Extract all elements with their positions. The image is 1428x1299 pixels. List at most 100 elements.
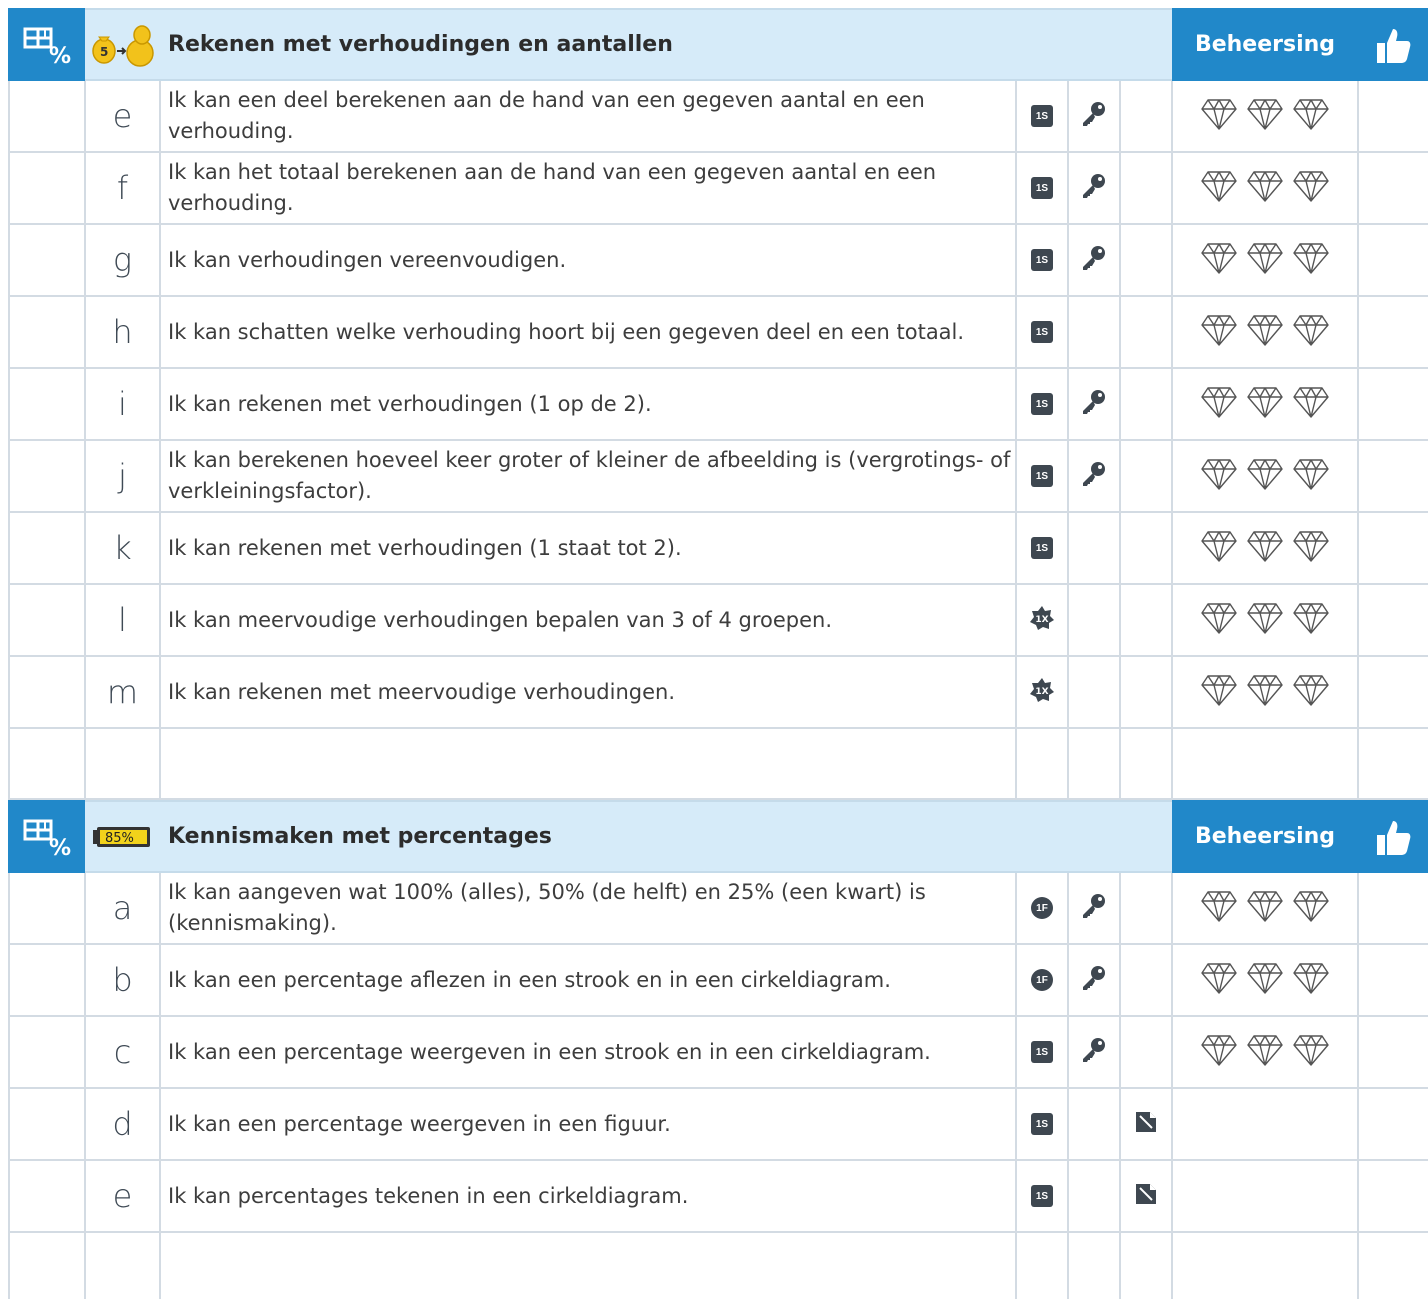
- approval-cell[interactable]: [1358, 225, 1428, 295]
- mastery-header: Beheersing: [1172, 800, 1358, 873]
- diamond-icon[interactable]: [1246, 889, 1284, 928]
- approval-cell[interactable]: [1358, 1089, 1428, 1159]
- note-cell: [1120, 297, 1172, 367]
- diamond-icon[interactable]: [1200, 601, 1238, 640]
- svg-text:%: %: [49, 44, 71, 65]
- level-badge-cell: 1S: [1016, 81, 1068, 151]
- approval-cell[interactable]: [1358, 585, 1428, 655]
- diamond-icon[interactable]: [1246, 961, 1284, 1000]
- approval-cell[interactable]: [1358, 81, 1428, 151]
- key-cell: [1068, 585, 1120, 655]
- diamond-icon[interactable]: [1200, 313, 1238, 352]
- diamond-icon[interactable]: [1200, 889, 1238, 928]
- diamond-icon[interactable]: [1246, 1033, 1284, 1072]
- table-row: g Ik kan verhoudingen vereenvoudigen. 1S: [8, 225, 1428, 297]
- diamond-icon[interactable]: [1246, 601, 1284, 640]
- diamond-icon[interactable]: [1292, 601, 1330, 640]
- diamond-icon[interactable]: [1292, 313, 1330, 352]
- approval-cell[interactable]: [1358, 153, 1428, 223]
- worksheet-icon: [1133, 1181, 1159, 1212]
- diamond-icon[interactable]: [1200, 385, 1238, 424]
- mastery-cell: [1172, 81, 1358, 151]
- mastery-cell: [1172, 1089, 1358, 1159]
- row-letter: b: [112, 961, 133, 999]
- diamond-icon[interactable]: [1246, 97, 1284, 136]
- goal-text: Ik kan rekenen met verhoudingen (1 staat…: [168, 535, 682, 560]
- approval-cell[interactable]: [1358, 945, 1428, 1015]
- diamond-icon[interactable]: [1200, 1033, 1238, 1072]
- level-badge-icon: 1S: [1031, 1041, 1053, 1063]
- level-badge-icon: 1X: [1029, 605, 1055, 636]
- level-badge-cell: 1S: [1016, 1089, 1068, 1159]
- mastery-cell: [1172, 1161, 1358, 1231]
- diamond-icon[interactable]: [1292, 673, 1330, 712]
- approval-cell[interactable]: [1358, 369, 1428, 439]
- table-row: d Ik kan een percentage weergeven in een …: [8, 1089, 1428, 1161]
- approval-cell[interactable]: [1358, 513, 1428, 583]
- mastery-header: Beheersing: [1172, 8, 1358, 81]
- key-cell: [1068, 369, 1120, 439]
- level-badge-cell: 1S: [1016, 441, 1068, 511]
- diamond-icon[interactable]: [1292, 385, 1330, 424]
- level-badge-icon: 1F: [1031, 897, 1053, 919]
- diamond-icon[interactable]: [1200, 673, 1238, 712]
- level-badge-cell: 1S: [1016, 513, 1068, 583]
- section-title: Kennismaken met percentages: [168, 824, 552, 849]
- level-badge-icon: 1F: [1031, 969, 1053, 991]
- section-title: Rekenen met verhoudingen en aantallen: [168, 32, 673, 57]
- level-badge-cell: 1S: [1016, 153, 1068, 223]
- diamond-icon[interactable]: [1246, 529, 1284, 568]
- diamond-icon[interactable]: [1292, 457, 1330, 496]
- key-cell: [1068, 441, 1120, 511]
- approval-cell[interactable]: [1358, 657, 1428, 727]
- row-letter: f: [116, 169, 129, 207]
- diamond-icon[interactable]: [1200, 169, 1238, 208]
- diamond-icon[interactable]: [1292, 169, 1330, 208]
- mastery-cell: [1172, 297, 1358, 367]
- table-row: k Ik kan rekenen met verhoudingen (1 staa…: [8, 513, 1428, 585]
- table-row: l Ik kan meervoudige verhoudingen bepalen…: [8, 585, 1428, 657]
- note-cell: [1120, 225, 1172, 295]
- diamond-icon[interactable]: [1246, 673, 1284, 712]
- diamond-icon[interactable]: [1292, 529, 1330, 568]
- row-letter: g: [112, 241, 133, 279]
- level-badge-icon: 1S: [1031, 177, 1053, 199]
- diamond-icon[interactable]: [1292, 241, 1330, 280]
- thumbs-up-icon[interactable]: [1358, 800, 1428, 873]
- diamond-icon[interactable]: [1292, 97, 1330, 136]
- row-letter: j: [118, 457, 127, 495]
- key-cell: [1068, 81, 1120, 151]
- diamond-icon[interactable]: [1292, 1033, 1330, 1072]
- mastery-cell: [1172, 585, 1358, 655]
- thumbs-up-icon[interactable]: [1358, 8, 1428, 81]
- diamond-icon[interactable]: [1200, 457, 1238, 496]
- approval-cell[interactable]: [1358, 441, 1428, 511]
- diamond-icon[interactable]: [1200, 241, 1238, 280]
- diamond-icon[interactable]: [1246, 385, 1284, 424]
- diamond-icon[interactable]: [1246, 457, 1284, 496]
- key-cell: [1068, 1161, 1120, 1231]
- key-cell: [1068, 657, 1120, 727]
- key-cell: [1068, 225, 1120, 295]
- level-badge-icon: 1S: [1031, 537, 1053, 559]
- diamond-icon[interactable]: [1246, 169, 1284, 208]
- row-letter: i: [118, 385, 127, 423]
- goal-text: Ik kan een percentage aflezen in een str…: [168, 967, 891, 992]
- approval-cell[interactable]: [1358, 1017, 1428, 1087]
- table-row: m Ik kan rekenen met meervoudige verhoudi…: [8, 657, 1428, 729]
- diamond-icon[interactable]: [1200, 97, 1238, 136]
- diamond-icon[interactable]: [1200, 529, 1238, 568]
- diamond-icon[interactable]: [1200, 961, 1238, 1000]
- level-badge-cell: 1X: [1016, 657, 1068, 727]
- key-icon: [1080, 388, 1108, 421]
- diamond-icon[interactable]: [1246, 313, 1284, 352]
- row-letter: c: [113, 1033, 132, 1071]
- diamond-icon[interactable]: [1246, 241, 1284, 280]
- approval-cell[interactable]: [1358, 297, 1428, 367]
- diamond-icon[interactable]: [1292, 961, 1330, 1000]
- approval-cell[interactable]: [1358, 873, 1428, 943]
- approval-cell[interactable]: [1358, 1161, 1428, 1231]
- note-cell: [1120, 1089, 1172, 1159]
- diamond-icon[interactable]: [1292, 889, 1330, 928]
- level-badge-label: 1X: [1035, 687, 1048, 697]
